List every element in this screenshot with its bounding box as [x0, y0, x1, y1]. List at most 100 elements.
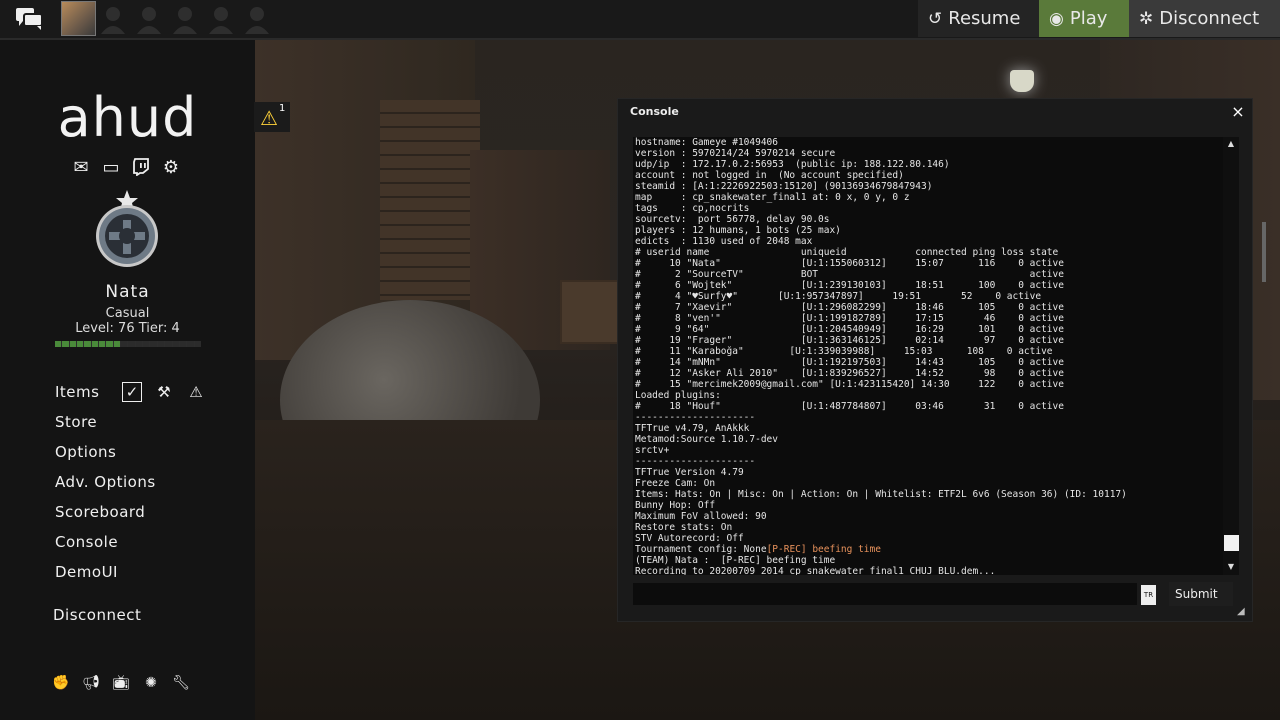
notification-badge[interactable]: ⚠ 1	[254, 102, 290, 132]
disconnect-menu-item[interactable]: Disconnect	[53, 606, 141, 624]
console-line: # 10 "Nata" [U:1:155060312] 15:07 116 0 …	[635, 258, 1064, 269]
console-line: Freeze Cam: On	[635, 478, 716, 489]
warning-icon: ⚠	[260, 106, 278, 130]
party-slot-icon[interactable]	[134, 4, 164, 34]
console-line: # 15 "mercimek2009@gmail.com" [U:1:42311…	[635, 379, 1064, 390]
xp-segment	[150, 341, 157, 347]
menu-item-adv-options[interactable]: Adv. Options	[55, 470, 156, 500]
xp-segment	[84, 341, 91, 347]
console-line: # 8 "ven'" [U:1:199182789] 17:15 46 0 ac…	[635, 313, 1064, 324]
console-line: # 2 "SourceTV" BOT active	[635, 269, 1064, 280]
console-line: Maximum FoV allowed: 90	[635, 511, 767, 522]
top-bar: ↺ Resume ◉ Play ✲ Disconnect	[0, 0, 1280, 40]
disconnect-top-button[interactable]: ✲ Disconnect	[1129, 0, 1280, 37]
console-line: sourcetv: port 56778, delay 90.0s	[635, 214, 830, 225]
xp-segment	[106, 341, 113, 347]
console-line: TFTrue Version 4.79	[635, 467, 744, 478]
warning-icon[interactable]: ⚠	[186, 382, 206, 402]
console-window: Console × hostname: Gameye #1049406 versi…	[617, 98, 1253, 622]
console-line: edicts : 1130 used of 2048 max	[635, 236, 813, 247]
party-slot-icon[interactable]	[170, 4, 200, 34]
disconnect-top-label: Disconnect	[1159, 8, 1260, 29]
player-level: Level: 76 Tier: 4	[75, 321, 180, 336]
console-command-input[interactable]	[633, 583, 1137, 605]
console-line: # 19 "Frager" [U:1:363146125] 02:14 97 0…	[635, 335, 1064, 346]
xp-segment	[128, 341, 135, 347]
scroll-thumb[interactable]	[1224, 535, 1239, 551]
xp-segment	[113, 341, 121, 347]
submit-button[interactable]: Submit	[1169, 582, 1233, 606]
xp-segment	[172, 341, 179, 347]
console-line: hostname: Gameye #1049406	[635, 137, 778, 148]
console-line: # 14 "mNMn" [U:1:192197503] 14:43 105 0 …	[635, 357, 1064, 368]
console-line: STV Autorecord: Off	[635, 533, 744, 544]
console-line: Loaded plugins:	[635, 390, 721, 401]
xp-progress-bar	[55, 341, 201, 347]
window-icon[interactable]: ▭	[100, 156, 122, 178]
xp-segment	[121, 341, 128, 347]
console-line: ---------------------	[635, 456, 756, 467]
party-slot-icon[interactable]	[98, 4, 128, 34]
megaphone-icon[interactable]: 📢︎	[82, 674, 100, 692]
disconnect-icon: ✲	[1139, 8, 1154, 29]
console-line: # userid name uniqueid connected ping lo…	[635, 247, 1059, 258]
mail-icon[interactable]: ✉	[70, 156, 92, 178]
console-line: srctv+	[635, 445, 670, 456]
console-line: udp/ip : 172.17.0.2:56953 (public ip: 18…	[635, 159, 950, 170]
achievements-icon[interactable]: ✊	[52, 674, 70, 692]
menu-item-options[interactable]: Options	[55, 440, 156, 470]
console-line: Tournament config: None[P-REC] beefing t…	[635, 544, 881, 555]
craft-icon[interactable]: ⚒	[154, 382, 174, 402]
wrench-icon[interactable]: 🔧︎	[172, 674, 190, 692]
xp-segment	[62, 341, 69, 347]
play-button[interactable]: ◉ Play	[1039, 0, 1129, 37]
console-output[interactable]: hostname: Gameye #1049406 version : 59702…	[633, 137, 1223, 575]
player-name: Nata	[105, 282, 150, 302]
bg-lamp	[1010, 70, 1034, 92]
console-line: map : cp_snakewater_final1 at: 0 x, 0 y,…	[635, 192, 910, 203]
xp-segment	[77, 341, 84, 347]
resume-button[interactable]: ↺ Resume	[918, 0, 1039, 37]
party-slot-icon[interactable]	[242, 4, 272, 34]
input-language-badge: TR	[1141, 585, 1156, 605]
tv-icon[interactable]: 📺︎	[112, 674, 130, 692]
main-menu: Items Store Options Adv. Options Scoreboard C…	[55, 380, 156, 590]
tf2-logo-icon: ◉	[1049, 8, 1064, 29]
bottom-tool-icons: ✊ 📢︎ 📺︎ ✺ 🔧︎	[52, 674, 190, 692]
resume-label: Resume	[948, 8, 1021, 29]
menu-item-store[interactable]: Store	[55, 410, 156, 440]
console-line: # 4 "♥Surfy♥" [U:1:957347897] 19:51 52 0…	[635, 291, 1042, 302]
settings-gear-icon[interactable]: ✺	[142, 674, 160, 692]
scroll-down-icon[interactable]: ▼	[1223, 562, 1239, 571]
xp-segment	[55, 341, 62, 347]
menu-item-demoui[interactable]: DemoUI	[55, 560, 156, 590]
menu-item-scoreboard[interactable]: Scoreboard	[55, 500, 156, 530]
resize-grip-icon[interactable]: ◢	[1237, 606, 1249, 618]
page-edge-scrollbar[interactable]	[1262, 222, 1266, 282]
console-line: # 12 "Asker Ali 2010" [U:1:839296527] 14…	[635, 368, 1064, 379]
player-avatar[interactable]	[61, 1, 96, 36]
console-line: ---------------------	[635, 412, 756, 423]
play-label: Play	[1069, 8, 1108, 29]
close-icon[interactable]: ×	[1230, 102, 1246, 121]
xp-segment	[194, 341, 201, 347]
xp-segment	[165, 341, 172, 347]
twitch-icon[interactable]	[130, 156, 152, 178]
console-line: Bunny Hop: Off	[635, 500, 716, 511]
checkbox-icon[interactable]: ✓	[122, 382, 142, 402]
console-line: version : 5970214/24 5970214 secure	[635, 148, 836, 159]
menu-item-console[interactable]: Console	[55, 530, 156, 560]
console-line: # 9 "64" [U:1:204540949] 16:29 101 0 act…	[635, 324, 1064, 335]
gear-icon[interactable]: ⚙	[160, 156, 182, 178]
console-line: # 6 "Wojtek" [U:1:239130103] 18:51 100 0…	[635, 280, 1064, 291]
matchmaking-mode: Casual	[105, 306, 150, 321]
console-line: Recording to 20200709 2014 cp snakewater…	[635, 566, 996, 575]
chat-icon[interactable]	[14, 6, 44, 32]
main-menu-sidebar: ahud ✉ ▭ ⚙ Nata Casual Level: 76 Tier: 4…	[0, 40, 255, 720]
xp-segment	[99, 341, 106, 347]
console-line: TFTrue v4.79, AnAkkk	[635, 423, 750, 434]
console-line: steamid : [A:1:2226922503:15120] (901369…	[635, 181, 933, 192]
scroll-up-icon[interactable]: ▲	[1223, 139, 1239, 148]
party-slot-icon[interactable]	[206, 4, 236, 34]
console-scrollbar[interactable]: ▲ ▼	[1223, 137, 1239, 575]
